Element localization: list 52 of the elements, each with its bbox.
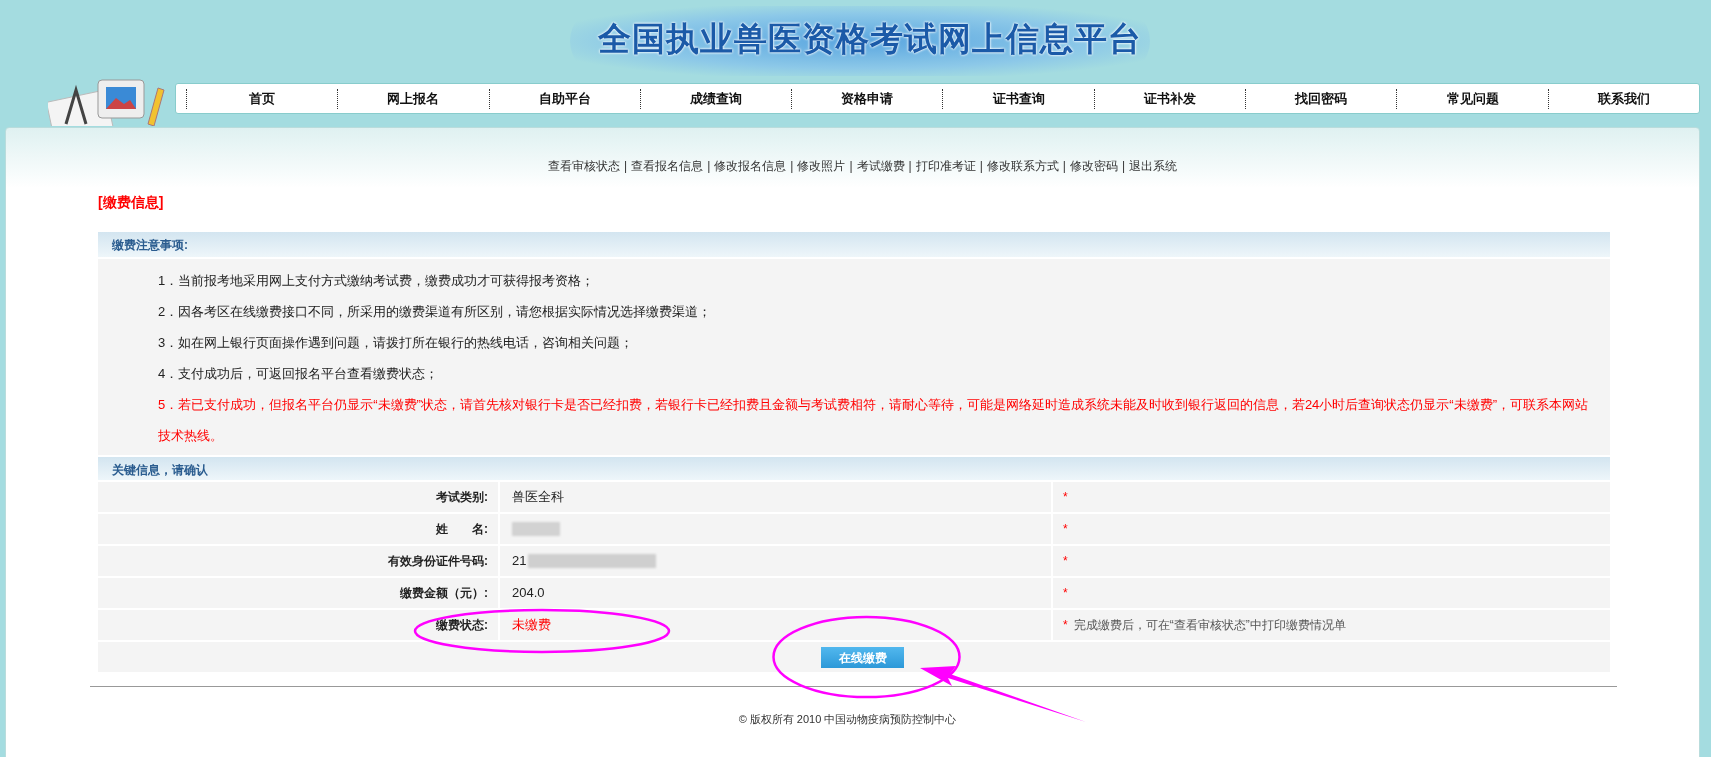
account-link[interactable]: 考试缴费 — [856, 157, 905, 175]
notes-header: 缴费注意事项: — [98, 232, 1610, 259]
hint-text: 完成缴费后，可在“查看审核状态”中打印缴费情况单 — [1073, 617, 1346, 634]
field-label: 缴费状态: — [436, 617, 488, 634]
nav-link[interactable]: 联系我们 — [1597, 88, 1650, 109]
link-separator: | — [979, 158, 983, 175]
account-link[interactable]: 修改报名信息 — [714, 157, 787, 175]
account-link[interactable]: 修改联系方式 — [986, 157, 1059, 175]
account-link[interactable]: 修改照片 — [797, 157, 846, 175]
link-separator: | — [908, 158, 912, 175]
field-label: 有效身份证件号码: — [388, 553, 488, 570]
key-info-header: 关键信息，请确认 — [98, 455, 1610, 482]
account-link[interactable]: 查看审核状态 — [548, 157, 620, 175]
field-value: 兽医全科 — [512, 488, 564, 507]
link-separator: | — [1121, 158, 1125, 175]
nav-link[interactable]: 证书查询 — [992, 88, 1045, 109]
field-value: 204.0 — [512, 584, 545, 603]
account-link[interactable]: 打印准考证 — [915, 157, 976, 175]
note-text: 3．如在网上银行页面操作遇到问题，请拨打所在银行的热线电话，咨询相关问题； — [158, 334, 635, 352]
nav-link[interactable]: 首页 — [249, 88, 276, 109]
account-link[interactable]: 修改密码 — [1069, 157, 1118, 175]
field-value: 未缴费 — [512, 616, 551, 635]
site-title: 全国执业兽医资格考试网上信息平台 — [597, 19, 1143, 59]
link-separator: | — [624, 158, 628, 175]
nav-link[interactable]: 网上报名 — [387, 88, 440, 109]
note-text: 4．支付成功后，可返回报名平台查看缴费状态； — [158, 365, 440, 383]
nav-link[interactable]: 找回密码 — [1295, 88, 1348, 109]
nav-link[interactable]: 常见问题 — [1446, 88, 1499, 109]
nav-link[interactable]: 证书补发 — [1143, 88, 1196, 109]
nav-link[interactable]: 成绩查询 — [690, 88, 743, 109]
required-mark: * — [1063, 617, 1068, 634]
account-link[interactable]: 查看报名信息 — [631, 157, 704, 175]
link-separator: | — [707, 158, 711, 175]
link-separator: | — [1062, 158, 1066, 175]
note-text: 1．当前报考地采用网上支付方式缴纳考试费，缴费成功才可获得报考资格； — [158, 272, 596, 290]
field-label: 姓 名: — [436, 521, 488, 538]
required-mark: * — [1063, 585, 1068, 602]
footer-text: © 版权所有 2010 中国动物疫病预防控制中心 — [738, 712, 957, 727]
field-label: 缴费金额（元）: — [400, 585, 488, 602]
nav-link[interactable]: 自助平台 — [538, 88, 591, 109]
required-mark: * — [1063, 489, 1068, 506]
required-mark: * — [1063, 553, 1068, 570]
nav-link[interactable]: 资格申请 — [841, 88, 894, 109]
account-link[interactable]: 退出系统 — [1129, 157, 1177, 175]
field-value: 21 — [512, 552, 527, 571]
link-separator: | — [790, 158, 794, 175]
link-separator: | — [849, 158, 853, 175]
required-mark: * — [1063, 521, 1068, 538]
note-text: 2．因各考区在线缴费接口不同，所采用的缴费渠道有所区别，请您根据实际情况选择缴费渠道； — [158, 303, 713, 321]
note-text: 5．若已支付成功，但报名平台仍显示“未缴费”状态，请首先核对银行卡是否已经扣费，若银行卡已经扣费且金额与考试费相符，请耐心等待，可能是网络延时造成系统未能及时收到银行返回的信息，若24小时后查询状态仍显示“未缴费”，可联系本网站技术热线。 — [158, 396, 1589, 445]
section-title: [缴费信息] — [98, 193, 164, 212]
field-label: 考试类别: — [436, 489, 488, 506]
